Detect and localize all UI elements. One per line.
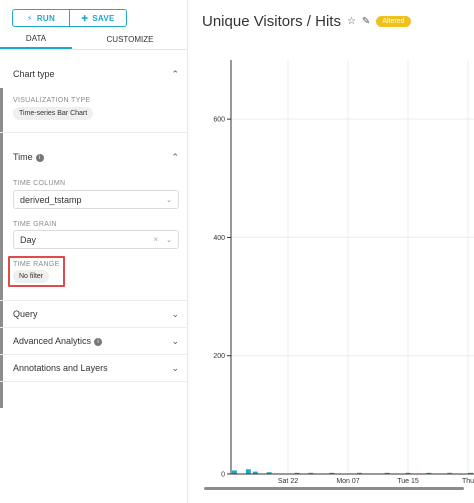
- info-icon: i: [94, 338, 103, 346]
- chevron-down-icon: ⌄: [171, 362, 179, 373]
- edit-icon[interactable]: ✎: [362, 16, 370, 27]
- chart-title[interactable]: Unique Visitors / Hits: [202, 13, 341, 30]
- control-panel: ⚡ RUN ✚ SAVE DATA CUSTOMIZE Chart type ⌃…: [0, 0, 188, 503]
- time-grain-select[interactable]: Day × ⌄: [13, 230, 179, 249]
- altered-badge[interactable]: Altered: [376, 16, 411, 27]
- time-range-label: TIME RANGE: [13, 261, 60, 268]
- chart-header: Unique Visitors / Hits ☆ ✎ Altered: [202, 13, 411, 30]
- x-tick-label: Thu: [462, 478, 474, 485]
- time-column-label: TIME COLUMN: [13, 180, 66, 187]
- section-query[interactable]: Query ⌄: [0, 302, 188, 326]
- x-tick-label: Sat 22: [278, 478, 298, 485]
- chevron-down-icon: ⌄: [166, 236, 172, 244]
- tab-customize[interactable]: CUSTOMIZE: [72, 30, 188, 49]
- section-chart-type[interactable]: Chart type ⌃: [0, 62, 188, 86]
- section-time[interactable]: Time i ⌃: [0, 145, 188, 169]
- lightning-icon: ⚡: [26, 13, 33, 23]
- run-button[interactable]: ⚡ RUN: [12, 9, 70, 27]
- y-tick-label: 200: [213, 353, 225, 360]
- divider: [0, 132, 188, 133]
- time-range-pill[interactable]: No filter: [13, 270, 50, 283]
- bar-chart: 0 200 400 600 Sat 22 Mon 07 Tue 15 Thu: [190, 55, 474, 503]
- chart-svg: 0 200 400 600 Sat 22 Mon 07 Tue 15 Thu: [204, 60, 474, 490]
- chevron-up-icon: ⌃: [171, 151, 179, 162]
- chevron-down-icon: ⌄: [166, 196, 172, 204]
- visualization-type-pill[interactable]: Time-series Bar Chart: [13, 107, 94, 120]
- section-advanced-analytics[interactable]: Advanced Analytics i ⌄: [0, 329, 188, 353]
- range-scrollbar[interactable]: [204, 487, 464, 490]
- info-icon: i: [35, 154, 44, 162]
- panel-tabs: DATA CUSTOMIZE: [0, 30, 188, 50]
- action-buttons: ⚡ RUN ✚ SAVE: [12, 9, 127, 27]
- time-column-select[interactable]: derived_tstamp ⌄: [13, 190, 179, 209]
- chevron-down-icon: ⌄: [171, 335, 179, 346]
- time-grain-label: TIME GRAIN: [13, 221, 57, 228]
- plus-circle-icon: ✚: [81, 13, 89, 23]
- divider: [0, 354, 188, 355]
- x-tick-label: Mon 07: [336, 478, 359, 485]
- y-tick-label: 400: [213, 235, 225, 242]
- chart-bar[interactable]: [232, 470, 237, 474]
- x-tick-label: Tue 15: [397, 478, 419, 485]
- tab-data[interactable]: DATA: [0, 30, 72, 49]
- divider: [0, 381, 188, 382]
- divider: [0, 300, 188, 301]
- clear-icon[interactable]: ×: [153, 235, 158, 244]
- save-button[interactable]: ✚ SAVE: [70, 9, 127, 27]
- chevron-up-icon: ⌃: [171, 68, 179, 79]
- y-tick-label: 0: [221, 472, 225, 479]
- section-annotations-and-layers[interactable]: Annotations and Layers ⌄: [0, 356, 188, 380]
- divider: [0, 327, 188, 328]
- star-icon[interactable]: ☆: [347, 16, 356, 27]
- chevron-down-icon: ⌄: [171, 308, 179, 319]
- visualization-type-label: VISUALIZATION TYPE: [13, 97, 91, 104]
- chart-bar[interactable]: [245, 469, 251, 474]
- y-tick-label: 600: [213, 117, 225, 124]
